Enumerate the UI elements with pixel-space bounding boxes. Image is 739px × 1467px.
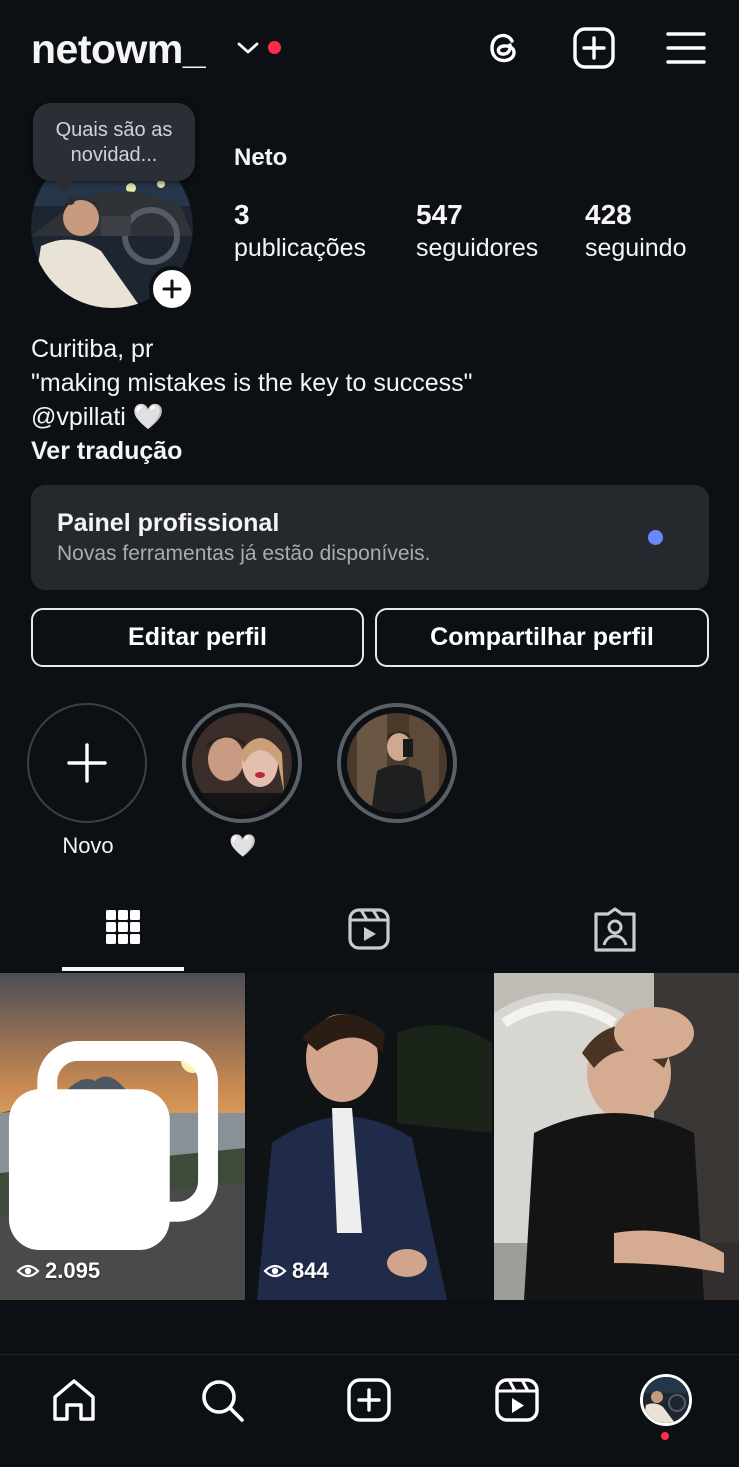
- bio-line: "making mistakes is the key to success": [31, 369, 473, 397]
- dashboard-title: Painel profissional: [57, 509, 280, 537]
- tab-reels[interactable]: [339, 905, 399, 957]
- bio-line: Curitiba, pr: [31, 335, 154, 363]
- stat-value: 547: [416, 199, 463, 230]
- display-name: Neto: [234, 144, 288, 171]
- translate-link[interactable]: Ver tradução: [31, 434, 473, 468]
- home-icon[interactable]: [49, 1375, 99, 1425]
- post-thumbnail[interactable]: 2.095: [0, 973, 245, 1300]
- post-thumbnail[interactable]: 844: [247, 973, 492, 1300]
- chevron-down-icon[interactable]: [236, 38, 260, 58]
- view-count-value: 844: [292, 1258, 329, 1283]
- plus-icon: [67, 743, 107, 783]
- notification-dot: [268, 41, 281, 54]
- highlight-label: 🤍: [229, 833, 257, 858]
- note-bubble[interactable]: Quais são as novidad...: [33, 103, 195, 181]
- stat-posts[interactable]: 3 publicações: [234, 198, 366, 264]
- post-image: [494, 973, 739, 1300]
- new-indicator-dot: [648, 530, 663, 545]
- stat-followers[interactable]: 547 seguidores: [416, 198, 538, 264]
- stat-label: seguidores: [416, 234, 539, 262]
- post-image: [247, 973, 492, 1300]
- search-icon[interactable]: [197, 1375, 247, 1425]
- highlight-label: Novo: [62, 833, 114, 858]
- highlight-image: [192, 713, 292, 813]
- profile-page: netowm_ Quais são as novidad... Neto 3 p…: [0, 0, 739, 1467]
- reels-icon: [348, 908, 390, 950]
- edit-profile-button[interactable]: Editar perfil: [31, 608, 364, 667]
- tagged-icon: [594, 907, 636, 952]
- post-thumbnail[interactable]: [494, 973, 739, 1300]
- highlight-new[interactable]: Novo: [27, 703, 149, 859]
- grid-icon: [106, 910, 140, 944]
- stat-label: publicações: [234, 234, 367, 262]
- add-story-button[interactable]: [149, 266, 195, 312]
- view-count: 2.095: [16, 1258, 100, 1284]
- eye-icon: [16, 1264, 40, 1278]
- reels-icon[interactable]: [492, 1375, 542, 1425]
- highlight-ring: [27, 703, 147, 823]
- top-bar: netowm_: [0, 0, 739, 100]
- highlight-ring: [337, 703, 457, 823]
- highlight-item[interactable]: 🤍: [182, 703, 304, 859]
- create-icon[interactable]: [572, 26, 616, 70]
- notification-dot: [661, 1432, 669, 1440]
- stat-following[interactable]: 428 seguindo: [585, 198, 686, 264]
- dashboard-subtitle: Novas ferramentas já estão disponíveis.: [57, 542, 431, 565]
- bottom-navigation: [0, 1354, 739, 1467]
- tab-tagged[interactable]: [585, 905, 645, 957]
- note-bubble-tail-small: [66, 196, 75, 205]
- create-icon[interactable]: [344, 1375, 394, 1425]
- stat-value: 3: [234, 199, 250, 230]
- stat-value: 428: [585, 199, 632, 230]
- threads-icon[interactable]: [482, 26, 526, 70]
- note-bubble-tail: [56, 176, 72, 192]
- view-count-value: 2.095: [45, 1258, 101, 1283]
- active-tab-indicator: [62, 967, 184, 971]
- bio: Curitiba, pr "making mistakes is the key…: [31, 332, 473, 468]
- profile-avatar[interactable]: [640, 1374, 692, 1426]
- username[interactable]: netowm_: [31, 26, 206, 73]
- professional-dashboard-card[interactable]: Painel profissional Novas ferramentas já…: [31, 485, 709, 590]
- multiple-posts-icon: [8, 1041, 218, 1251]
- highlight-item[interactable]: [337, 703, 459, 833]
- highlight-image: [347, 713, 447, 813]
- bio-mention[interactable]: @vpillati 🤍: [31, 400, 473, 434]
- view-count: 844: [263, 1258, 329, 1284]
- eye-icon: [263, 1264, 287, 1278]
- stat-label: seguindo: [585, 234, 687, 262]
- share-profile-button[interactable]: Compartilhar perfil: [375, 608, 709, 667]
- menu-icon[interactable]: [664, 26, 708, 70]
- plus-icon: [162, 279, 182, 299]
- tab-grid[interactable]: [93, 905, 153, 957]
- highlight-ring: [182, 703, 302, 823]
